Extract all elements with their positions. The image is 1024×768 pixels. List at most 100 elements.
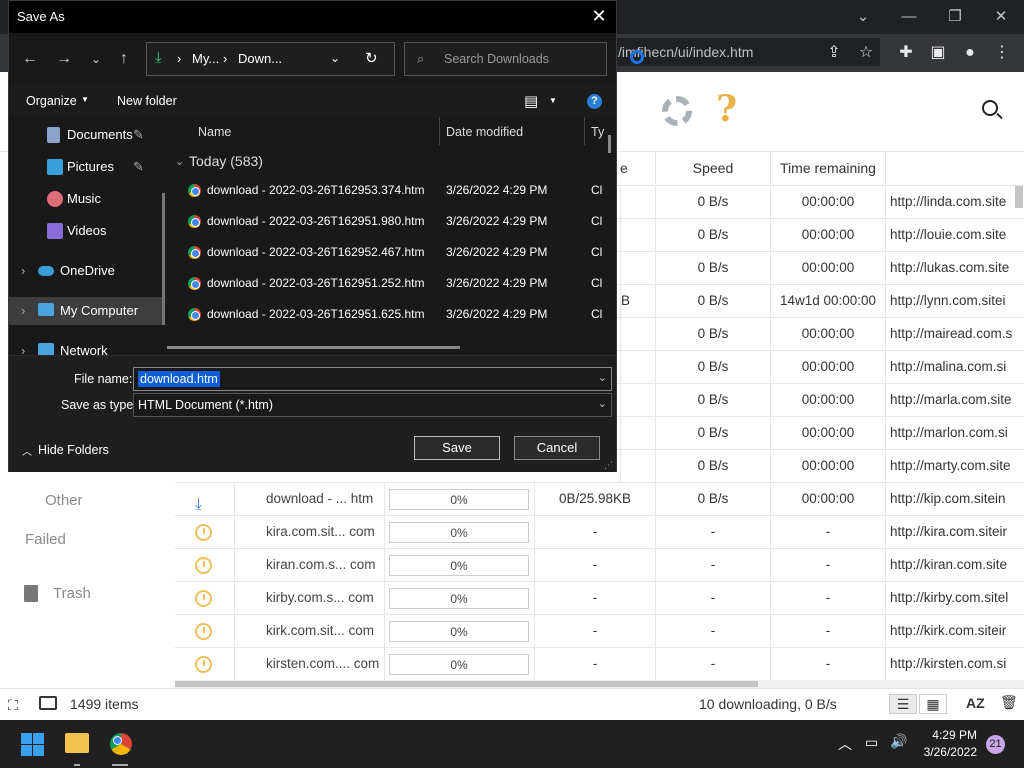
column-divider[interactable] (439, 117, 440, 145)
chevron-down-icon[interactable]: ⌄ (598, 371, 607, 384)
share-icon[interactable]: ⇪ (824, 43, 844, 63)
nav-item-music[interactable]: Music (9, 185, 166, 213)
chevron-down-icon[interactable]: ⌄ (840, 0, 886, 32)
file-list-vertical-scrollbar[interactable] (608, 135, 611, 153)
chrome-taskbar-icon[interactable] (110, 733, 132, 755)
hide-folders-button[interactable]: Hide Folders (38, 443, 109, 457)
expand-chevron-icon[interactable]: › (21, 263, 25, 278)
file-row[interactable]: download - 2022-03-26T162953.374.htm 3/26… (167, 175, 616, 206)
table-vertical-scrollbar[interactable] (1015, 186, 1023, 208)
nav-item-videos[interactable]: Videos (9, 217, 166, 245)
restore-button[interactable]: ❐ (932, 0, 978, 32)
file-name-input[interactable]: download.htm ⌄ (133, 367, 612, 391)
column-divider[interactable] (584, 117, 585, 145)
group-header[interactable]: Today (583) (189, 153, 263, 169)
table-row[interactable]: kira.com.sit... com 0% - - - http://kira.com.… (175, 515, 1024, 549)
close-window-button[interactable]: ✕ (978, 0, 1024, 32)
screenshot-icon[interactable]: ⛶ (8, 697, 18, 714)
size-cell (620, 384, 655, 417)
table-row[interactable]: kirk.com.sit... com 0% - - - http://kirk.com.… (175, 614, 1024, 648)
nav-item-onedrive[interactable]: › OneDrive (9, 257, 166, 285)
address-dropdown-chevron-icon[interactable]: ⌄ (330, 51, 340, 65)
organize-menu[interactable]: Organize (26, 94, 77, 108)
side-panel-icon[interactable]: ▣ (928, 43, 948, 63)
volume-icon[interactable]: 🔊 (890, 733, 907, 750)
bookmark-star-icon[interactable]: ☆ (856, 43, 876, 63)
breadcrumb-downloads[interactable]: Down... (238, 51, 282, 66)
forward-arrow-icon[interactable]: → (54, 49, 74, 69)
nav-item-documents[interactable]: Documents ✎ (9, 121, 166, 149)
new-folder-button[interactable]: New folder (117, 94, 177, 108)
folder-icon[interactable] (39, 696, 57, 710)
group-collapse-chevron-icon[interactable]: ⌄ (175, 155, 184, 168)
scrollbar-thumb[interactable] (175, 681, 758, 687)
extensions-icon[interactable]: ✚ (896, 43, 916, 63)
settings-gear-icon[interactable] (662, 96, 692, 126)
start-windows-icon[interactable] (21, 733, 44, 756)
search-icon[interactable] (982, 100, 998, 116)
network-icon[interactable]: ▭ (865, 734, 878, 751)
minimize-button[interactable]: — (886, 0, 932, 32)
save-as-type-select[interactable]: HTML Document (*.htm) ⌄ (133, 393, 612, 417)
nav-item-my-computer[interactable]: › My Computer (9, 297, 162, 325)
file-row[interactable]: download - 2022-03-26T162951.625.htm 3/26… (167, 299, 616, 330)
resize-grip-icon[interactable]: ⋰ (604, 460, 613, 471)
file-list-horizontal-scrollbar[interactable] (167, 346, 460, 349)
breadcrumb-my-computer[interactable]: My... (192, 51, 219, 66)
recent-locations-chevron-icon[interactable]: ⌄ (86, 49, 106, 69)
file-row[interactable]: download - 2022-03-26T162952.467.htm 3/26… (167, 237, 616, 268)
pin-icon[interactable]: ✎ (133, 127, 144, 143)
help-icon[interactable]: ? (587, 94, 602, 109)
clock-time[interactable]: 4:29 PM (921, 728, 977, 742)
file-row[interactable]: download - 2022-03-26T162951.980.htm 3/26… (167, 206, 616, 237)
clock-date[interactable]: 3/26/2022 (913, 745, 977, 759)
sort-az-icon[interactable]: AZ (966, 695, 985, 711)
column-header-time-remaining[interactable]: Time remaining (770, 152, 885, 184)
grid-view-icon[interactable]: ▦ (919, 694, 947, 714)
column-header-name[interactable]: Name (198, 119, 231, 145)
table-row[interactable]: kiran.com.s... com 0% - - - http://kiran.com.… (175, 548, 1024, 582)
navigation-pane: Documents ✎ Pictures ✎ Music Videos › On… (9, 117, 166, 355)
dialog-close-button[interactable]: ✕ (588, 5, 610, 27)
table-horizontal-scrollbar[interactable] (175, 680, 1024, 688)
menu-kebab-icon[interactable]: ⋮ (992, 43, 1012, 63)
nav-item-network[interactable]: › Network (9, 337, 166, 355)
notification-badge[interactable]: 21 (986, 735, 1005, 754)
chevron-up-icon[interactable]: ︿ (22, 443, 32, 458)
up-arrow-icon[interactable]: ↑ (114, 49, 134, 69)
view-options-icon[interactable]: ▤ (524, 92, 538, 110)
delete-icon[interactable]: 🗑 (1000, 694, 1018, 711)
file-explorer-icon[interactable] (65, 733, 89, 753)
search-downloads-input[interactable]: ⌕ Search Downloads (404, 42, 607, 76)
table-row[interactable]: kirby.com.s... com 0% - - - http://kirby.com.… (175, 581, 1024, 615)
table-row[interactable]: kirsten.com.... com 0% - - - http://kirsten.c… (175, 647, 1024, 681)
sidebar-item-other[interactable]: Other (0, 488, 170, 518)
column-header-url[interactable] (885, 152, 1024, 184)
file-row[interactable]: download - 2022-03-26T162951.252.htm 3/26… (167, 268, 616, 299)
chevron-up-icon[interactable]: ︿ (838, 734, 852, 754)
cancel-button[interactable]: Cancel (514, 436, 600, 460)
help-icon[interactable]: ? (716, 88, 737, 130)
table-row[interactable]: ⤓ download - ... htm 0% 0B/25.98KB 0 B/s 00:0… (175, 482, 1024, 516)
column-header-type[interactable]: Ty (591, 119, 604, 145)
nav-item-pictures[interactable]: Pictures ✎ (9, 153, 166, 181)
column-header-date[interactable]: Date modified (446, 119, 523, 145)
sidebar-item-failed[interactable]: Failed (0, 527, 170, 557)
refresh-icon[interactable]: ↻ (365, 49, 378, 67)
documents-icon (47, 127, 60, 143)
column-header-speed[interactable]: Speed (655, 152, 770, 184)
pin-icon[interactable]: ✎ (133, 159, 144, 175)
column-header-size[interactable]: e (620, 152, 655, 184)
nav-pane-scrollbar[interactable] (162, 193, 165, 325)
profile-icon[interactable]: ● (960, 43, 980, 63)
organize-dropdown-icon[interactable]: ▼ (81, 95, 89, 104)
address-breadcrumb[interactable]: ⤓ › My... › Down... ⌄ ↻ (146, 42, 395, 76)
expand-chevron-icon[interactable]: › (21, 303, 25, 318)
expand-chevron-icon[interactable]: › (21, 343, 25, 355)
view-dropdown-icon[interactable]: ▼ (549, 96, 557, 105)
file-row-name: download - 2022-03-26T162951.625.htm (207, 307, 425, 321)
save-button[interactable]: Save (414, 436, 500, 460)
chevron-down-icon[interactable]: ⌄ (598, 397, 607, 410)
back-arrow-icon[interactable]: ← (20, 49, 40, 69)
list-view-icon[interactable]: ☰ (889, 694, 917, 714)
